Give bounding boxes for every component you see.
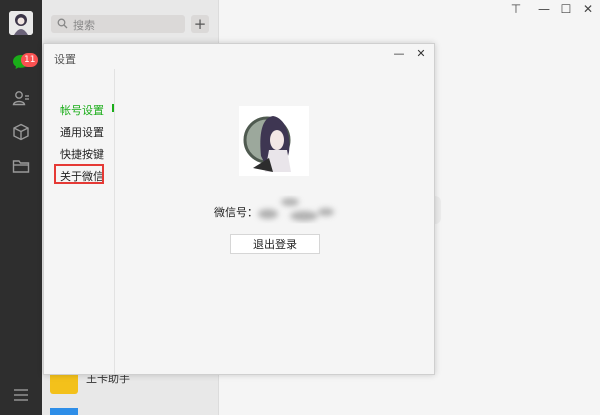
menu-general-settings[interactable]: 通用设置: [60, 124, 104, 140]
search-placeholder: 搜索: [73, 19, 95, 32]
user-avatar[interactable]: [9, 11, 33, 35]
close-button[interactable]: ✕: [581, 2, 595, 16]
menu-shortcut-keys[interactable]: 快捷按键: [60, 146, 104, 162]
search-input[interactable]: 搜索: [51, 15, 185, 33]
highlight-box: [54, 164, 104, 184]
search-icon: [57, 18, 68, 32]
add-chat-button[interactable]: +: [191, 15, 209, 33]
dialog-title: 设置: [54, 53, 76, 66]
menu-account-settings[interactable]: 帐号设置: [60, 102, 104, 118]
maximize-button[interactable]: ☐: [559, 2, 573, 16]
dialog-close-button[interactable]: ✕: [414, 46, 428, 60]
pin-button[interactable]: ⊤: [509, 2, 523, 16]
favorites-box-icon[interactable]: [11, 122, 31, 142]
dialog-minimize-button[interactable]: —: [392, 46, 406, 60]
wechat-id-blurred: [258, 198, 334, 221]
active-indicator: [112, 104, 114, 112]
menu-icon[interactable]: [11, 385, 31, 405]
contacts-icon[interactable]: [11, 88, 31, 108]
minimize-button[interactable]: —: [537, 2, 551, 16]
files-folder-icon[interactable]: [11, 156, 31, 176]
left-nav-bar: 11: [0, 0, 42, 415]
profile-photo: [239, 106, 309, 176]
logout-button[interactable]: 退出登录: [230, 234, 320, 254]
settings-dialog: 设置 — ✕ 帐号设置 通用设置 快捷按键 关于微信 微信号： 退出登录: [43, 43, 435, 375]
unread-badge: 11: [21, 53, 39, 67]
list-item-thumbnail-partial: [50, 408, 78, 415]
